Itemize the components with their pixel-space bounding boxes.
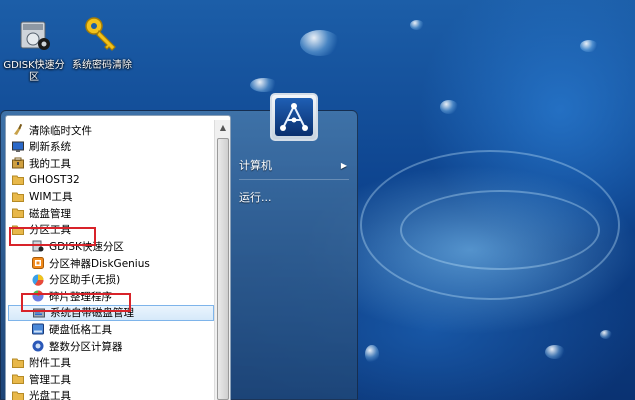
program-item-system-disk-management[interactable]: 系统自带磁盘管理 xyxy=(8,304,214,322)
program-item-label: 刷新系统 xyxy=(29,141,71,154)
program-folder-cd-tools[interactable]: 光盘工具 xyxy=(8,388,214,400)
hdd-icon xyxy=(32,323,44,335)
program-item-low-level-format[interactable]: 硬盘低格工具 xyxy=(8,321,214,338)
folder-icon xyxy=(12,374,24,385)
program-list-scrollbar[interactable]: ▲ xyxy=(214,120,230,400)
program-item-label: GDISK快速分区 xyxy=(49,240,124,253)
start-menu-computer[interactable]: 计算机 ▶ xyxy=(239,155,351,177)
run-label: 运行... xyxy=(239,191,272,204)
program-item-partition-calculator[interactable]: 整数分区计算器 xyxy=(8,338,214,355)
start-menu-right-pane: 计算机 ▶ 运行... xyxy=(233,111,357,400)
program-item-label: 系统自带磁盘管理 xyxy=(50,307,134,320)
start-menu-run[interactable]: 运行... xyxy=(239,187,351,209)
folder-icon xyxy=(12,192,24,202)
program-item-label: 附件工具 xyxy=(29,357,71,370)
program-item-label: 光盘工具 xyxy=(29,390,71,400)
program-folder-wim-tools[interactable]: WIM工具 xyxy=(8,188,214,205)
program-item-label: 我的工具 xyxy=(29,157,71,170)
water-wave xyxy=(400,190,600,270)
program-folder-accessories[interactable]: 附件工具 xyxy=(8,354,214,371)
desktop-icon-gdisk[interactable]: GDISK快速分区 xyxy=(0,14,68,84)
folder-icon xyxy=(12,208,24,219)
program-list: 清除临时文件 刷新系统 我的工具 GHOST32 WIM工具 磁盘管理 分区工具… xyxy=(8,122,214,400)
start-menu: 清除临时文件 刷新系统 我的工具 GHOST32 WIM工具 磁盘管理 分区工具… xyxy=(0,110,358,400)
water-drop xyxy=(580,40,598,52)
program-item-refresh-system[interactable]: 刷新系统 xyxy=(8,139,214,156)
program-item-label: 清除临时文件 xyxy=(29,124,92,137)
computer-label: 计算机 xyxy=(239,159,272,172)
water-drop xyxy=(600,330,612,339)
program-item-label: GHOST32 xyxy=(29,174,80,187)
scrollbar-thumb[interactable] xyxy=(217,138,229,400)
folder-icon xyxy=(12,225,24,235)
program-item-diskgenius[interactable]: 分区神器DiskGenius xyxy=(8,255,214,272)
program-item-label: 磁盘管理 xyxy=(29,207,71,220)
program-folder-disk-management[interactable]: 磁盘管理 xyxy=(8,205,214,222)
partition-assistant-icon xyxy=(32,274,44,286)
program-item-label: 分区工具 xyxy=(29,224,71,237)
folder-icon xyxy=(12,358,24,368)
folder-icon xyxy=(12,391,24,400)
program-item-clear-temp[interactable]: 清除临时文件 xyxy=(8,122,214,139)
water-drop xyxy=(250,78,278,92)
broom-icon xyxy=(14,124,23,136)
program-item-label: 分区神器DiskGenius xyxy=(49,257,150,270)
folder-icon xyxy=(12,175,24,186)
desktop-icon-label: 系统密码清除 xyxy=(72,60,132,71)
water-drop xyxy=(365,345,379,363)
key-icon xyxy=(82,14,122,54)
calculator-icon xyxy=(32,340,44,352)
water-drop xyxy=(545,345,565,359)
disk-management-icon xyxy=(33,308,45,318)
program-item-label: 管理工具 xyxy=(29,373,71,386)
program-item-label: 硬盘低格工具 xyxy=(49,323,112,336)
water-drop xyxy=(440,100,458,114)
submenu-arrow-icon: ▶ xyxy=(340,161,347,170)
desktop-icon-label: GDISK快速分区 xyxy=(3,60,65,83)
toolbox-icon xyxy=(12,157,24,169)
disk-gear-icon xyxy=(32,240,44,252)
disk-gear-icon xyxy=(14,14,54,54)
program-item-label: 分区助手(无损) xyxy=(49,274,121,287)
desktop-icon-password-clear[interactable]: 系统密码清除 xyxy=(68,14,136,72)
program-folder-admin-tools[interactable]: 管理工具 xyxy=(8,371,214,388)
program-item-label: 整数分区计算器 xyxy=(49,340,123,353)
program-folder-ghost32[interactable]: GHOST32 xyxy=(8,172,214,189)
program-item-label: WIM工具 xyxy=(29,191,73,204)
all-programs-pane: 清除临时文件 刷新系统 我的工具 GHOST32 WIM工具 磁盘管理 分区工具… xyxy=(5,115,231,400)
network-icon xyxy=(280,103,308,131)
program-item-defrag[interactable]: 碎片整理程序 xyxy=(8,288,214,305)
diskgenius-icon xyxy=(32,257,44,270)
water-drop xyxy=(300,30,340,56)
program-item-label: 碎片整理程序 xyxy=(49,290,112,303)
program-item-my-tools[interactable]: 我的工具 xyxy=(8,155,214,172)
water-drop xyxy=(410,20,424,30)
program-item-partition-assistant[interactable]: 分区助手(无损) xyxy=(8,271,214,288)
program-item-gdisk[interactable]: GDISK快速分区 xyxy=(8,238,214,255)
monitor-icon xyxy=(12,141,24,152)
separator xyxy=(239,179,349,180)
defrag-icon xyxy=(32,290,44,302)
scroll-up-arrow-icon[interactable]: ▲ xyxy=(215,120,231,136)
user-picture[interactable] xyxy=(270,93,318,141)
user-avatar-image xyxy=(275,98,313,136)
program-folder-partition-tools[interactable]: 分区工具 xyxy=(8,222,214,239)
